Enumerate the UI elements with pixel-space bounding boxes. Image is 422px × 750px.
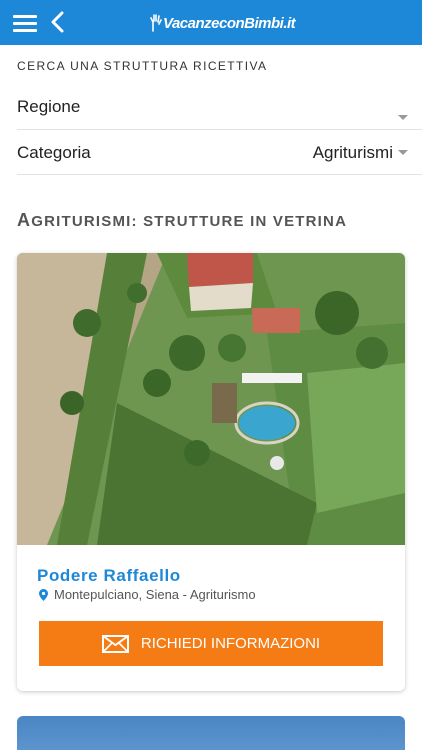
region-select[interactable]: Regione bbox=[17, 85, 422, 130]
property-location: Montepulciano, Siena - Agriturismo bbox=[39, 587, 256, 602]
property-name[interactable]: Podere Raffaello bbox=[37, 566, 181, 586]
showcase-title: AGRITURISMI: STRUTTURE IN VETRINA bbox=[17, 210, 348, 230]
caret-down-icon bbox=[398, 115, 408, 120]
category-label: Categoria bbox=[17, 143, 91, 162]
property-card-next[interactable] bbox=[17, 716, 405, 750]
property-card[interactable]: Podere Raffaello Montepulciano, Siena - … bbox=[17, 253, 405, 691]
category-select[interactable]: Categoria Agriturismi bbox=[17, 130, 422, 175]
hamburger-icon[interactable] bbox=[13, 15, 37, 32]
caret-down-icon bbox=[398, 150, 408, 155]
property-aerial-photo bbox=[17, 253, 405, 545]
logo-text: VacanzeconBimbi.it bbox=[163, 14, 296, 32]
search-section-title: CERCA UNA STRUTTURA RICETTIVA bbox=[17, 59, 268, 73]
location-pin-icon bbox=[39, 588, 48, 601]
request-info-button[interactable]: RICHIEDI INFORMAZIONI bbox=[39, 621, 383, 666]
request-info-label: RICHIEDI INFORMAZIONI bbox=[140, 635, 321, 652]
app-logo: VacanzeconBimbi.it bbox=[150, 12, 296, 34]
region-label: Regione bbox=[17, 97, 81, 116]
category-value: Agriturismi bbox=[312, 143, 393, 162]
top-app-bar: VacanzeconBimbi.it bbox=[0, 0, 422, 45]
envelope-icon bbox=[101, 634, 129, 653]
hand-logo-icon bbox=[150, 14, 162, 32]
chevron-left-icon[interactable] bbox=[50, 11, 66, 33]
property-location-text: Montepulciano, Siena - Agriturismo bbox=[54, 587, 256, 602]
